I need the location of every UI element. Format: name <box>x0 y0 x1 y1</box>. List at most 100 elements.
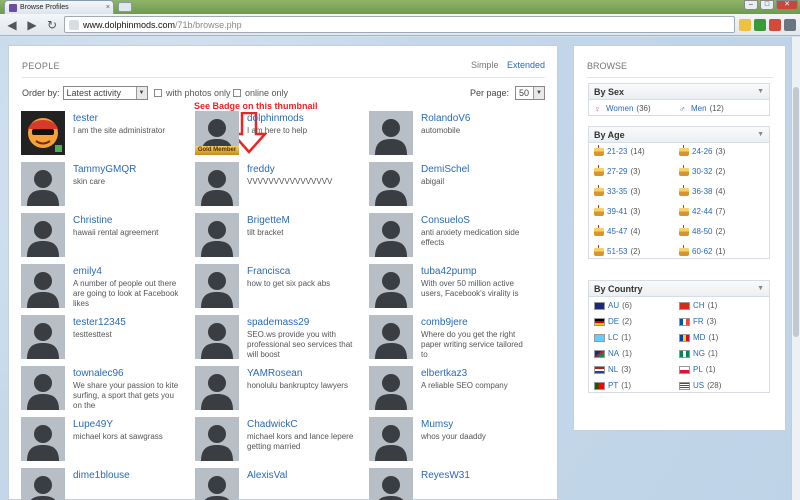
profile-thumbnail[interactable] <box>195 468 239 500</box>
browse-item-label[interactable]: 39-41 <box>607 207 627 216</box>
profile-thumbnail[interactable] <box>369 111 413 155</box>
browser-tab[interactable]: Browse Profiles × <box>4 0 114 14</box>
browse-item[interactable]: FR (3) <box>679 317 764 326</box>
profile-card[interactable]: freddy VVVVVVVVVVVVVVVV <box>195 162 365 210</box>
profile-thumbnail[interactable] <box>21 315 65 359</box>
profile-card[interactable]: spademass29 SEO.ws provide you with profe… <box>195 315 365 363</box>
view-extended-link[interactable]: Extended <box>507 60 545 70</box>
browse-item[interactable]: 45-47 (4) <box>594 224 679 236</box>
extension-icon[interactable] <box>769 18 781 31</box>
with-photos-checkbox[interactable]: with photos only <box>154 88 231 98</box>
profile-thumbnail[interactable] <box>21 366 65 410</box>
profile-name[interactable]: spademass29 <box>247 317 309 328</box>
profile-name[interactable]: comb9jere <box>421 317 468 328</box>
online-only-checkbox[interactable]: online only <box>233 88 288 98</box>
browse-item-label[interactable]: 24-26 <box>692 147 712 156</box>
profile-name[interactable]: YAMRosean <box>247 368 302 379</box>
profile-card[interactable]: YAMRosean honolulu bankruptcy lawyers <box>195 366 365 414</box>
browse-item[interactable]: LC (1) <box>594 333 679 342</box>
profile-card[interactable]: tester12345 testtesttest <box>21 315 191 363</box>
browse-item[interactable]: 21-23 (14) <box>594 144 679 156</box>
profile-name[interactable]: ConsueloS <box>421 215 470 226</box>
profile-name[interactable]: emily4 <box>73 266 102 277</box>
browse-item-label[interactable]: Women <box>606 104 633 113</box>
profile-thumbnail[interactable] <box>369 468 413 500</box>
profile-name[interactable]: ChadwickC <box>247 419 298 430</box>
new-tab-button[interactable] <box>118 2 132 12</box>
browse-item[interactable]: NG (1) <box>679 349 764 358</box>
profile-thumbnail[interactable] <box>195 162 239 206</box>
browse-item-label[interactable]: 21-23 <box>607 147 627 156</box>
profile-card[interactable]: tester I am the site administrator <box>21 111 191 159</box>
browse-item[interactable]: PT (1) <box>594 381 679 390</box>
profile-name[interactable]: dime1blouse <box>73 470 130 481</box>
star-icon[interactable] <box>739 18 751 31</box>
browse-item[interactable]: 24-26 (3) <box>679 144 764 156</box>
profile-card[interactable]: Mumsy whos your daaddy <box>369 417 539 465</box>
back-button[interactable]: ◀ <box>4 17 20 33</box>
profile-card[interactable]: ChadwickC michael kors and lance lepere g… <box>195 417 365 465</box>
browse-item-label[interactable]: 48-50 <box>692 227 712 236</box>
profile-name[interactable]: tester <box>73 113 98 124</box>
profile-card[interactable]: Francisca how to get six pack abs <box>195 264 365 312</box>
profile-thumbnail[interactable] <box>195 264 239 308</box>
browse-item-label[interactable]: DE <box>608 317 619 326</box>
browse-item-label[interactable]: Men <box>691 104 707 113</box>
profile-card[interactable]: dime1blouse <box>21 468 191 500</box>
minimize-button[interactable]: – <box>744 0 758 10</box>
browse-item[interactable]: DE (2) <box>594 317 679 326</box>
browse-item-label[interactable]: AU <box>608 301 619 310</box>
profile-card[interactable]: comb9jere Where do you get the right pape… <box>369 315 539 363</box>
profile-thumbnail[interactable] <box>21 162 65 206</box>
browse-item[interactable]: AU (6) <box>594 301 679 310</box>
profile-card[interactable]: emily4 A number of people out there are g… <box>21 264 191 312</box>
profile-name[interactable]: BrigetteM <box>247 215 290 226</box>
profile-name[interactable]: tuba42pump <box>421 266 477 277</box>
profile-name[interactable]: Christine <box>73 215 112 226</box>
profile-thumbnail[interactable] <box>369 366 413 410</box>
profile-name[interactable]: townalec96 <box>73 368 124 379</box>
browse-item[interactable]: NL (3) <box>594 365 679 374</box>
profile-thumbnail[interactable] <box>369 417 413 461</box>
browse-item[interactable]: MD (1) <box>679 333 764 342</box>
browse-item-label[interactable]: CH <box>693 301 705 310</box>
browse-item[interactable]: 39-41 (3) <box>594 204 679 216</box>
profile-thumbnail[interactable] <box>195 366 239 410</box>
profile-name[interactable]: AlexisVal <box>247 470 287 481</box>
browse-item[interactable]: 33-35 (3) <box>594 184 679 196</box>
profile-card[interactable]: ConsueloS anti anxiety medication side ef… <box>369 213 539 261</box>
profile-name[interactable]: RolandoV6 <box>421 113 470 124</box>
view-simple-link[interactable]: Simple <box>471 60 499 70</box>
profile-thumbnail[interactable] <box>195 417 239 461</box>
browse-item-label[interactable]: FR <box>693 317 704 326</box>
browse-item[interactable]: 36-38 (4) <box>679 184 764 196</box>
browse-item[interactable]: ♂ Men (12) <box>679 104 764 114</box>
by-age-header[interactable]: By Age ▼ <box>589 127 769 143</box>
browse-item[interactable]: 51-53 (2) <box>594 244 679 256</box>
browse-item-label[interactable]: MD <box>693 333 705 342</box>
profile-name[interactable]: Mumsy <box>421 419 453 430</box>
profile-name[interactable]: ReyesW31 <box>421 470 470 481</box>
profile-thumbnail[interactable] <box>195 315 239 359</box>
profile-name[interactable]: DemiSchel <box>421 164 469 175</box>
by-country-header[interactable]: By Country ▼ <box>589 281 769 297</box>
browse-item[interactable]: ♀ Women (36) <box>594 104 679 114</box>
browse-item-label[interactable]: 30-32 <box>692 167 712 176</box>
extension-icon[interactable] <box>754 18 766 31</box>
profile-thumbnail[interactable] <box>21 264 65 308</box>
profile-card[interactable]: DemiSchel abigail <box>369 162 539 210</box>
profile-card[interactable]: tuba42pump With over 50 million active us… <box>369 264 539 312</box>
profile-thumbnail[interactable]: Gold Member <box>195 111 239 155</box>
profile-card[interactable]: RolandoV6 automobile <box>369 111 539 159</box>
profile-thumbnail[interactable] <box>195 213 239 257</box>
profile-card[interactable]: elbertkaz3 A reliable SEO company <box>369 366 539 414</box>
browse-item[interactable]: PL (1) <box>679 365 764 374</box>
scrollbar-thumb[interactable] <box>793 87 799 337</box>
profile-card[interactable]: ReyesW31 <box>369 468 539 500</box>
browse-item[interactable]: 30-32 (2) <box>679 164 764 176</box>
profile-name[interactable]: freddy <box>247 164 275 175</box>
browse-item[interactable]: US (28) <box>679 381 764 390</box>
profile-card[interactable]: BrigetteM tilt bracket <box>195 213 365 261</box>
profile-card[interactable]: TammyGMQR skin care <box>21 162 191 210</box>
browse-item[interactable]: 42-44 (7) <box>679 204 764 216</box>
